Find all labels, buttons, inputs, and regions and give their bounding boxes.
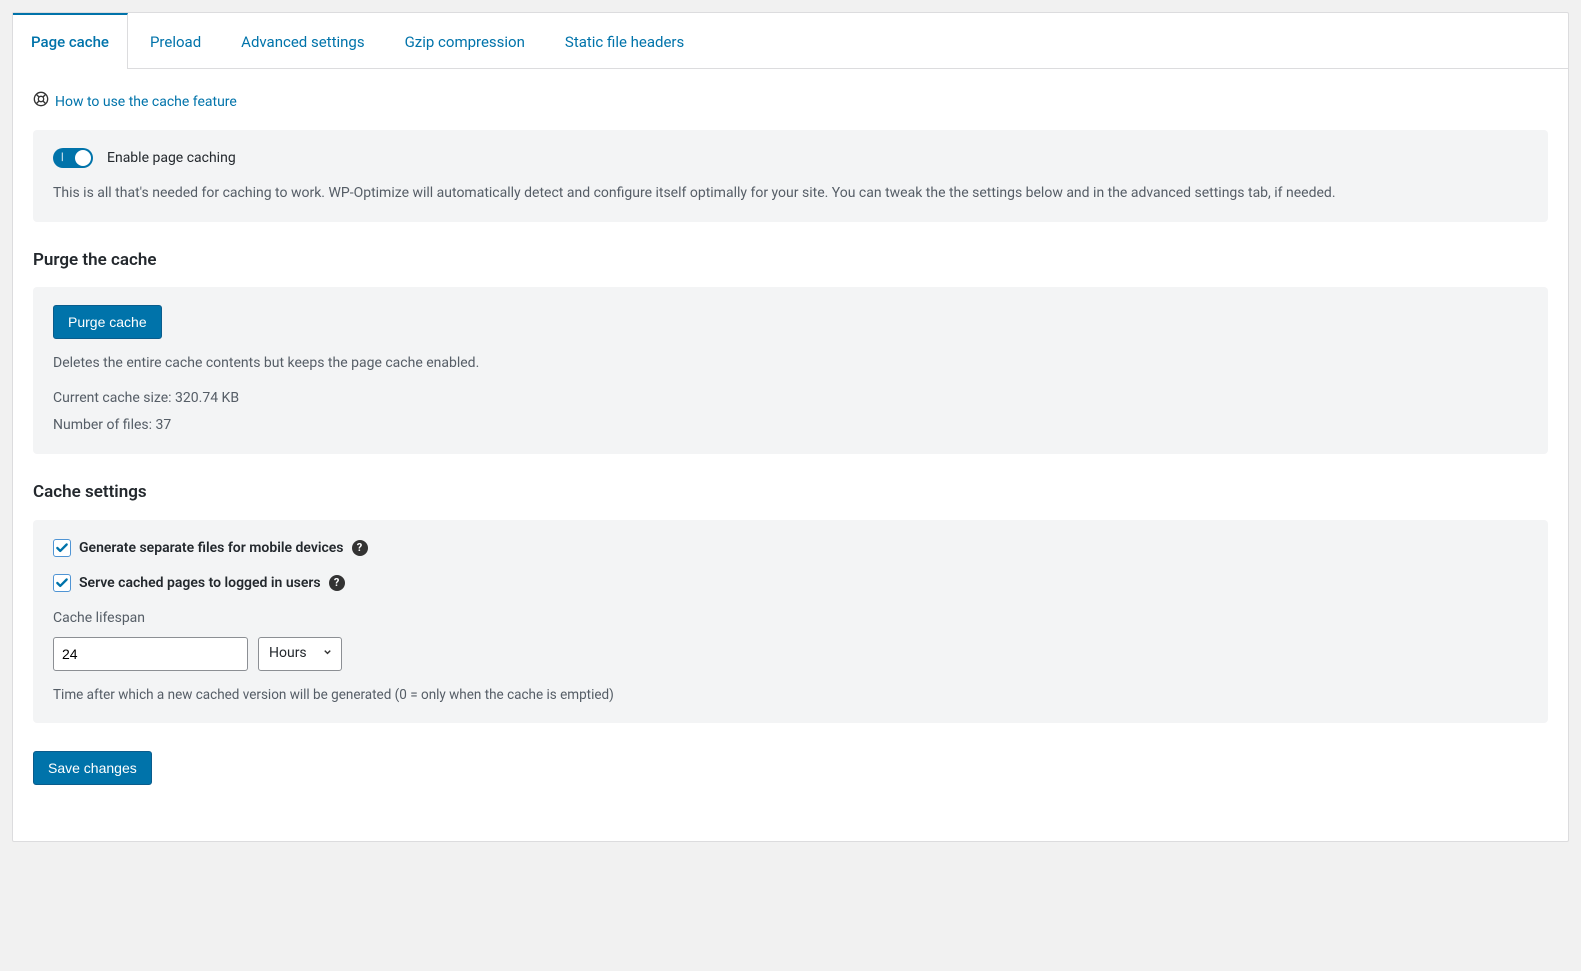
enable-cache-label: Enable page caching: [107, 148, 236, 169]
mobile-files-label: Generate separate files for mobile devic…: [79, 538, 344, 559]
cache-settings-heading: Cache settings: [33, 480, 1548, 506]
logged-in-checkbox[interactable]: [53, 574, 71, 592]
lifespan-input[interactable]: [53, 637, 248, 671]
lifespan-unit-value: Hours: [269, 643, 307, 664]
purge-heading: Purge the cache: [33, 248, 1548, 274]
mobile-files-row: Generate separate files for mobile devic…: [53, 538, 1528, 559]
help-icon[interactable]: ?: [352, 540, 368, 556]
help-link-text: How to use the cache feature: [55, 92, 237, 113]
purge-cache-panel: Purge cache Deletes the entire cache con…: [33, 287, 1548, 454]
lifebuoy-icon: [33, 91, 49, 114]
tab-content: How to use the cache feature Enable page…: [13, 69, 1568, 815]
lifespan-hint: Time after which a new cached version wi…: [53, 685, 1528, 705]
enable-cache-panel: Enable page caching This is all that's n…: [33, 130, 1548, 222]
settings-container: Page cache Preload Advanced settings Gzi…: [12, 12, 1569, 842]
mobile-files-checkbox[interactable]: [53, 539, 71, 557]
enable-cache-description: This is all that's needed for caching to…: [53, 183, 1528, 204]
lifespan-unit-select[interactable]: Hours: [258, 637, 342, 671]
cache-size-line: Current cache size: 320.74 KB: [53, 388, 1528, 409]
cache-settings-panel: Generate separate files for mobile devic…: [33, 520, 1548, 723]
tab-preload[interactable]: Preload: [132, 13, 219, 68]
lifespan-label: Cache lifespan: [53, 608, 1528, 629]
save-area: Save changes: [33, 751, 1548, 785]
lifespan-fields: Hours: [53, 637, 1528, 671]
tab-advanced-settings[interactable]: Advanced settings: [223, 13, 382, 68]
logged-in-label: Serve cached pages to logged in users: [79, 573, 321, 594]
help-icon[interactable]: ?: [329, 575, 345, 591]
tab-gzip-compression[interactable]: Gzip compression: [387, 13, 543, 68]
purge-cache-description: Deletes the entire cache contents but ke…: [53, 353, 1528, 374]
save-changes-button[interactable]: Save changes: [33, 751, 152, 785]
enable-cache-toggle[interactable]: [53, 148, 93, 168]
logged-in-row: Serve cached pages to logged in users ?: [53, 573, 1528, 594]
tab-bar: Page cache Preload Advanced settings Gzi…: [13, 13, 1568, 69]
help-link[interactable]: How to use the cache feature: [33, 91, 237, 114]
cache-files-line: Number of files: 37: [53, 415, 1528, 436]
tab-page-cache[interactable]: Page cache: [13, 13, 128, 69]
chevron-down-icon: [322, 643, 333, 664]
tab-static-file-headers[interactable]: Static file headers: [547, 13, 702, 68]
purge-cache-button[interactable]: Purge cache: [53, 305, 162, 339]
